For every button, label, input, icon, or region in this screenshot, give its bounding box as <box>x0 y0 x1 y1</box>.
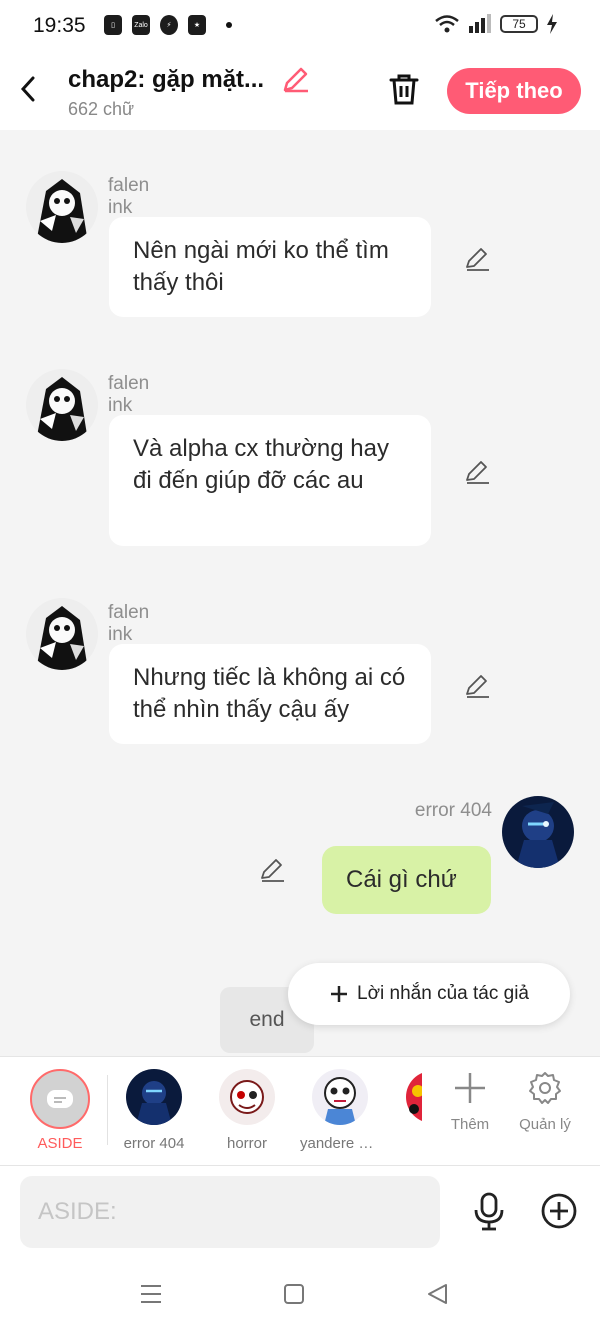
microphone-icon[interactable] <box>470 1192 508 1232</box>
add-circle-icon[interactable] <box>540 1192 578 1230</box>
author-note-label: Lời nhắn của tác giả <box>357 983 529 1004</box>
character-bar: ASIDE error 404 horror yandere bl... Thê… <box>0 1056 600 1166</box>
zalo-icon: Zalo <box>132 15 150 35</box>
character-label: horror <box>226 1135 267 1152</box>
message-bubble[interactable]: Nên ngài mới ko thể tìm thấy thôi <box>109 217 431 317</box>
divider <box>107 1075 108 1145</box>
sender-name: error 404 <box>414 800 492 821</box>
phone-icon: ▯ <box>104 15 122 35</box>
avatar[interactable] <box>502 796 574 868</box>
trash-icon[interactable] <box>388 72 420 106</box>
back-button[interactable] <box>14 72 42 106</box>
author-note-button[interactable]: Lời nhắn của tác giả <box>288 963 570 1025</box>
character-yandere[interactable]: yandere bl... <box>300 1069 380 1152</box>
edit-message-icon[interactable] <box>463 245 491 273</box>
word-count: 662 chữ <box>68 99 135 119</box>
sender-name: falen ink <box>108 373 150 416</box>
aside-label: ASIDE <box>37 1135 83 1152</box>
message-input[interactable] <box>20 1176 440 1248</box>
avatar <box>312 1069 368 1125</box>
next-button[interactable]: Tiếp theo <box>447 68 581 114</box>
menu-icon[interactable] <box>140 1282 162 1306</box>
manage-characters-button[interactable]: Quản lý <box>510 1071 580 1133</box>
message-bubble[interactable]: Cái gì chứ <box>322 846 491 914</box>
notification-icons: ▯ Zalo ⚡ ★ <box>104 15 232 35</box>
more-notifications-dot <box>226 22 232 28</box>
character-partial[interactable] <box>404 1069 422 1125</box>
avatar[interactable] <box>26 171 98 243</box>
avatar <box>126 1069 182 1125</box>
edit-message-icon[interactable] <box>258 856 286 884</box>
editor-header: chap2: gặp mặt... 662 chữ Tiếp theo <box>0 52 600 130</box>
charging-icon <box>547 14 557 34</box>
sender-name: falen ink <box>108 175 150 218</box>
character-horror[interactable]: horror <box>207 1069 287 1152</box>
chapter-title[interactable]: chap2: gặp mặt... <box>68 66 264 94</box>
avatar[interactable] <box>26 369 98 441</box>
clock: 19:35 <box>33 14 86 37</box>
character-label: error 404 <box>123 1135 185 1152</box>
add-character-button[interactable]: Thêm <box>435 1071 505 1133</box>
system-indicators: 75 <box>434 14 558 34</box>
add-label: Thêm <box>450 1116 490 1133</box>
message-bubble[interactable]: Và alpha cx thường hay đi đến giúp đỡ cá… <box>109 415 431 546</box>
plus-icon <box>331 986 348 1002</box>
message-bubble[interactable]: Nhưng tiếc là không ai có thể nhìn thấy … <box>109 644 431 744</box>
character-label: yandere bl... <box>300 1135 380 1152</box>
avatar[interactable] <box>26 598 98 670</box>
edit-title-icon[interactable] <box>280 65 310 95</box>
gear-icon <box>529 1072 561 1104</box>
battery-icon: 75 <box>500 15 538 33</box>
signal-icon <box>469 14 491 33</box>
chevron-left-icon <box>20 76 35 102</box>
wifi-icon <box>435 15 459 33</box>
manage-label: Quản lý <box>519 1116 571 1133</box>
plus-icon <box>455 1073 485 1103</box>
home-icon[interactable] <box>283 1282 305 1306</box>
chat-bubble-icon <box>47 1090 73 1108</box>
edit-message-icon[interactable] <box>463 672 491 700</box>
back-triangle-icon[interactable] <box>426 1282 448 1306</box>
character-error-404[interactable]: error 404 <box>114 1069 194 1152</box>
sender-name: falen ink <box>108 602 150 645</box>
messenger-icon: ⚡ <box>160 15 178 35</box>
system-nav-bar <box>0 1258 600 1333</box>
avatar <box>219 1069 275 1125</box>
composer <box>0 1166 600 1258</box>
edit-message-icon[interactable] <box>463 458 491 486</box>
aside-character-button[interactable] <box>30 1069 90 1129</box>
status-bar: 19:35 ▯ Zalo ⚡ ★ 75 <box>0 0 600 52</box>
star-icon: ★ <box>188 15 206 35</box>
